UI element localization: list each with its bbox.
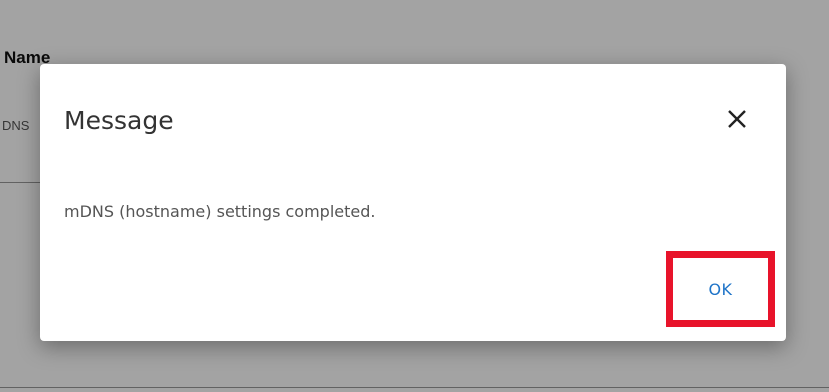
ok-button[interactable]: OK [677,263,764,315]
close-button[interactable] [724,106,750,132]
message-dialog: Message mDNS (hostname) settings complet… [40,64,786,341]
close-icon [724,106,750,132]
page: Name DNS Message mDNS (hostname) setting… [0,0,829,392]
dialog-message: mDNS (hostname) settings completed. [64,202,376,221]
dialog-title: Message [64,106,174,135]
